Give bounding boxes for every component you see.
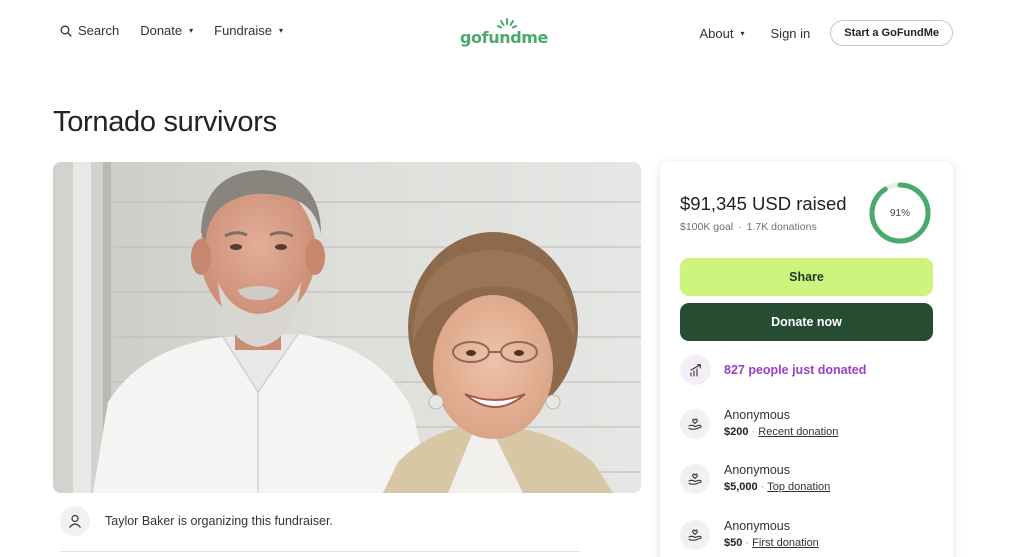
chevron-down-icon: ▾ <box>189 26 194 35</box>
search-label: Search <box>78 23 120 38</box>
donation-card: $91,345 USD raised $100K goal · 1.7K don… <box>660 161 953 557</box>
donation-count: 1.7K donations <box>746 221 817 233</box>
fundraise-menu-label: Fundraise <box>214 23 272 38</box>
chevron-down-icon: ▾ <box>740 28 745 38</box>
trending-text: 827 people just donated <box>724 362 867 377</box>
goal-amount: $100K goal <box>680 221 734 233</box>
goal-summary: $100K goal · 1.7K donations <box>680 221 817 233</box>
donor-details: $50 · First donation <box>724 534 819 552</box>
first-donation-link[interactable]: First donation <box>752 537 819 549</box>
donate-now-button[interactable]: Donate now <box>680 303 933 341</box>
share-button[interactable]: Share <box>680 258 933 296</box>
about-menu-label: About <box>699 25 734 41</box>
donation-amount: $200 <box>724 426 749 438</box>
donor-name: Anonymous <box>724 463 791 477</box>
user-icon <box>60 506 90 536</box>
donor-name: Anonymous <box>724 408 791 422</box>
recent-donation-link[interactable]: Recent donation <box>758 426 838 438</box>
separator-dot: · <box>760 481 765 493</box>
start-gofundme-button[interactable]: Start a GoFundMe <box>830 20 953 46</box>
amount-raised: $91,345 USD raised <box>680 193 847 214</box>
site-header: Search Donate ▾ Fundraise ▾ gofundme Abo… <box>0 0 1024 66</box>
donation-item: Anonymous $200 · Recent donation <box>680 407 838 441</box>
top-donation-link[interactable]: Top donation <box>767 481 830 493</box>
nav-right: About ▾ Sign in Start a GoFundMe <box>700 20 953 46</box>
donate-menu[interactable]: Donate ▾ <box>140 23 193 38</box>
chevron-down-icon: ▾ <box>278 26 283 35</box>
donor-details: $5,000 · Top donation <box>724 478 830 496</box>
trending-row: 827 people just donated <box>680 354 866 385</box>
donation-item: Anonymous $50 · First donation <box>680 518 819 552</box>
divider <box>60 551 580 552</box>
progress-percent: 91% <box>889 207 910 219</box>
organizer-text: Taylor Baker is organizing this fundrais… <box>105 514 333 528</box>
progress-ring: 91% <box>867 180 933 246</box>
donation-item: Anonymous $5,000 · Top donation <box>680 462 830 496</box>
gofundme-logo[interactable]: gofundme <box>460 16 548 50</box>
heart-hand-icon <box>680 464 710 494</box>
heart-hand-icon <box>680 409 710 439</box>
donor-details: $200 · Recent donation <box>724 423 838 441</box>
fundraiser-photo[interactable] <box>53 162 641 493</box>
organizer-row: Taylor Baker is organizing this fundrais… <box>60 506 333 536</box>
separator-dot: · <box>738 221 742 233</box>
fundraise-menu[interactable]: Fundraise ▾ <box>214 23 283 38</box>
donation-amount: $5,000 <box>724 481 758 493</box>
donate-menu-label: Donate <box>140 23 183 38</box>
search-icon <box>60 25 72 37</box>
donation-amount: $50 <box>724 537 743 549</box>
sign-in-link[interactable]: Sign in <box>771 26 811 41</box>
about-menu[interactable]: About ▾ <box>700 26 745 41</box>
separator-dot: · <box>751 426 756 438</box>
logo-wordmark: gofundme <box>460 28 548 47</box>
donor-name: Anonymous <box>724 519 791 533</box>
separator-dot: · <box>745 537 750 549</box>
heart-hand-icon <box>680 520 710 550</box>
trending-up-icon <box>680 354 711 385</box>
search-button[interactable]: Search <box>60 23 119 38</box>
page-title: Tornado survivors <box>53 106 277 138</box>
nav-left: Search Donate ▾ Fundraise ▾ <box>60 23 283 38</box>
